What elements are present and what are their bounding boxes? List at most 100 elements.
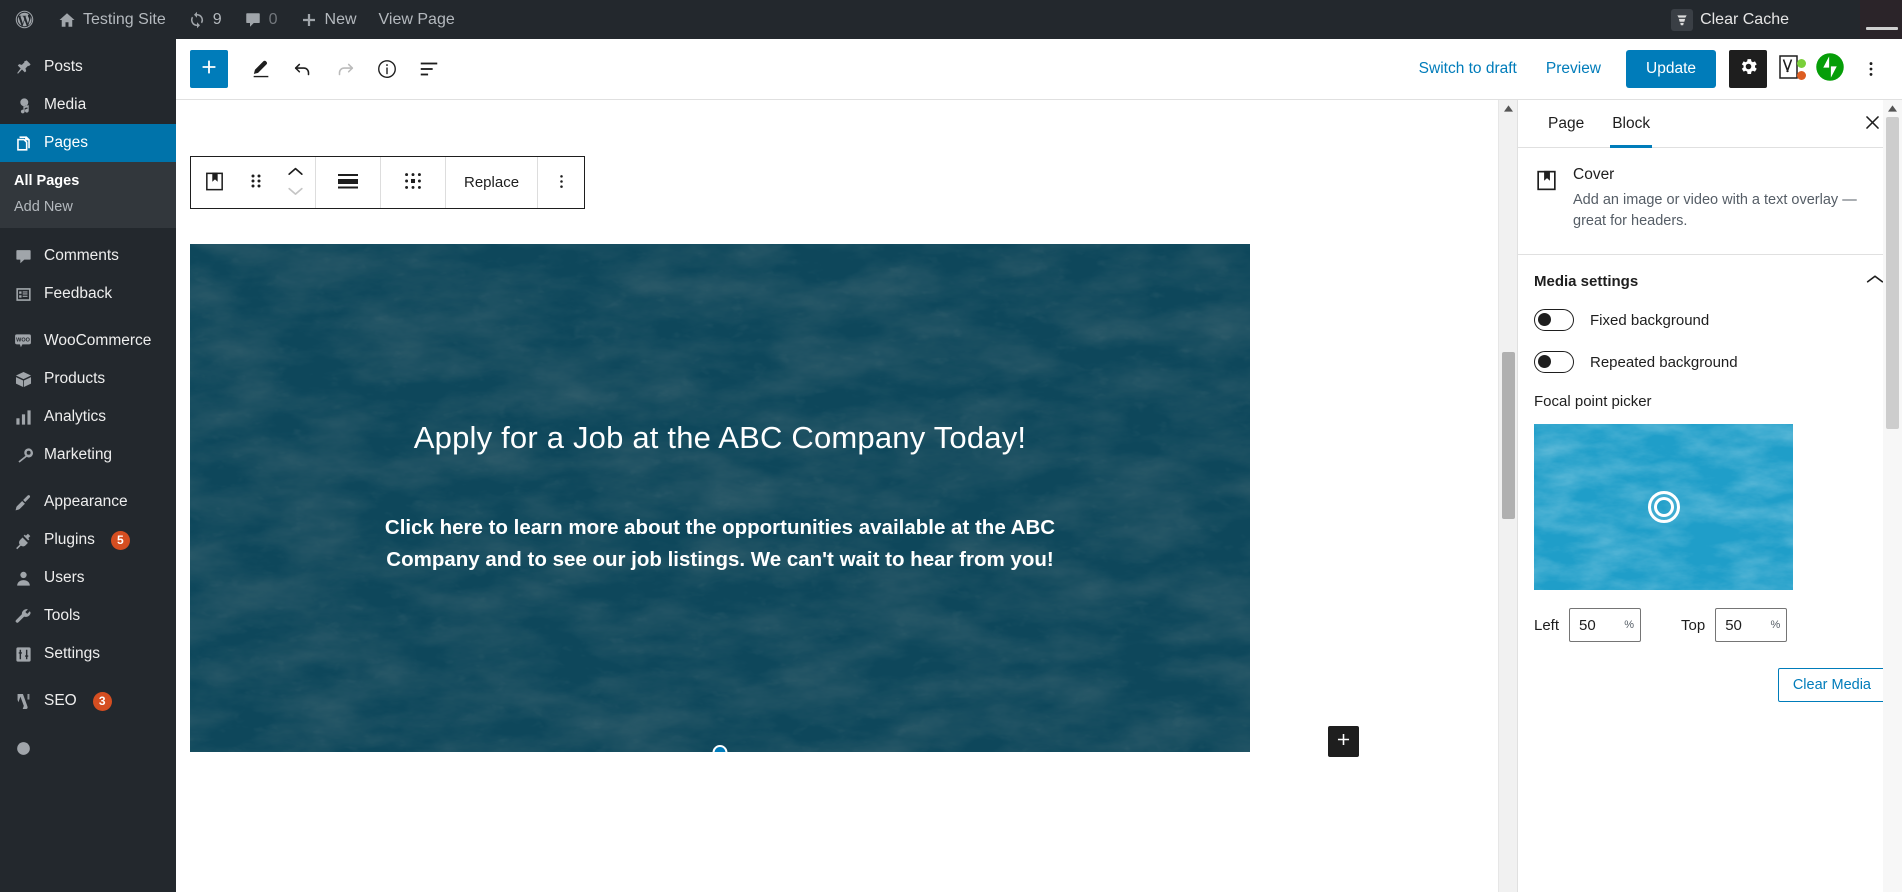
sidebar-item-label: Plugins xyxy=(44,531,95,548)
chevron-down-icon[interactable] xyxy=(286,184,305,202)
focal-point-target-icon[interactable] xyxy=(1647,491,1680,524)
sidebar-item-media[interactable]: Media xyxy=(0,86,176,124)
comment-bubble-icon xyxy=(244,11,262,29)
switch-to-draft-button[interactable]: Switch to draft xyxy=(1407,52,1529,86)
generic-menu-icon xyxy=(12,737,34,759)
wrench-icon xyxy=(12,605,34,627)
updates-button[interactable]: 9 xyxy=(177,0,233,39)
paintbrush-icon xyxy=(12,491,34,513)
sidebar-item-feedback[interactable]: Feedback xyxy=(0,275,176,313)
tab-block[interactable]: Block xyxy=(1598,100,1664,148)
megaphone-icon xyxy=(12,444,34,466)
settings-scrollbar-thumb[interactable] xyxy=(1886,117,1899,429)
comment-icon xyxy=(12,245,34,267)
sidebar-item-label: Feedback xyxy=(44,285,113,302)
sidebar-item-label: Analytics xyxy=(44,408,107,425)
canvas-scrollbar[interactable] xyxy=(1498,100,1517,892)
sidebar-subitem-label: Add New xyxy=(14,199,73,215)
sidebar-item-woocommerce[interactable]: WOO WooCommerce xyxy=(0,322,176,360)
replace-button[interactable]: Replace xyxy=(446,157,537,208)
clear-cache-button[interactable]: Clear Cache xyxy=(1660,0,1800,39)
cover-paragraph[interactable]: Click here to learn more about the oppor… xyxy=(340,512,1100,576)
fixed-background-toggle[interactable] xyxy=(1534,309,1574,332)
sidebar-item-label: Pages xyxy=(44,134,88,151)
tab-page[interactable]: Page xyxy=(1534,100,1598,148)
clear-media-button[interactable]: Clear Media xyxy=(1777,668,1886,703)
settings-toggle-button[interactable] xyxy=(1729,50,1767,88)
settings-tabs: Page Block xyxy=(1518,100,1902,148)
details-button[interactable] xyxy=(368,50,406,88)
preview-button[interactable]: Preview xyxy=(1534,52,1613,86)
align-button[interactable] xyxy=(316,157,380,208)
comments-button[interactable]: 0 xyxy=(233,0,289,39)
wordpress-logo-icon xyxy=(14,9,35,30)
sidebar-item-settings[interactable]: Settings xyxy=(0,635,176,673)
products-icon xyxy=(12,368,34,390)
block-toolbar-group-align xyxy=(316,157,381,208)
new-content-button[interactable]: New xyxy=(289,0,368,39)
list-view-button[interactable] xyxy=(410,50,448,88)
sidebar-item-analytics[interactable]: Analytics xyxy=(0,398,176,436)
sidebar-item-label: Marketing xyxy=(44,446,113,463)
settings-sidebar: Page Block Cover Add an image or video w… xyxy=(1517,100,1902,892)
yoast-status-dot-orange xyxy=(1797,71,1806,80)
sidebar-item-posts[interactable]: Posts xyxy=(0,48,176,86)
menu-spacer-3 xyxy=(0,474,176,483)
repeated-background-row: Repeated background xyxy=(1534,351,1886,374)
sidebar-item-comments[interactable]: Comments xyxy=(0,237,176,275)
block-type-button[interactable] xyxy=(191,157,237,208)
block-toolbar-group-options xyxy=(538,157,584,208)
canvas-scrollbar-up-arrow[interactable] xyxy=(1499,100,1518,117)
admin-bar-corner-widget[interactable] xyxy=(1860,0,1902,39)
block-card-description: Add an image or video with a text overla… xyxy=(1573,192,1857,230)
sidebar-item-seo[interactable]: SEO 3 xyxy=(0,682,176,720)
sidebar-item-users[interactable]: Users xyxy=(0,559,176,597)
media-settings-panel-header[interactable]: Media settings xyxy=(1518,255,1902,309)
sidebar-subitem-all-pages[interactable]: All Pages xyxy=(0,168,176,194)
three-dots-vertical-icon xyxy=(1861,59,1881,79)
sidebar-item-appearance[interactable]: Appearance xyxy=(0,483,176,521)
plugins-update-badge: 5 xyxy=(110,530,130,550)
comments-count: 0 xyxy=(268,10,278,28)
undo-button[interactable] xyxy=(284,50,322,88)
updates-count: 9 xyxy=(212,10,222,28)
drag-handle-button[interactable] xyxy=(237,157,275,208)
sidebar-item-partial[interactable] xyxy=(0,729,176,767)
wordpress-logo-button[interactable] xyxy=(0,0,47,39)
view-page-button[interactable]: View Page xyxy=(368,0,466,39)
repeated-background-toggle[interactable] xyxy=(1534,351,1574,374)
view-page-label: View Page xyxy=(378,10,455,28)
sidebar-item-tools[interactable]: Tools xyxy=(0,597,176,635)
more-options-button[interactable] xyxy=(1852,50,1890,88)
update-button[interactable]: Update xyxy=(1626,50,1716,88)
sidebar-item-marketing[interactable]: Marketing xyxy=(0,436,176,474)
block-card-title: Cover xyxy=(1573,166,1615,183)
yoast-seo-button[interactable] xyxy=(1772,52,1808,86)
cover-heading[interactable]: Apply for a Job at the ABC Company Today… xyxy=(414,420,1026,456)
sidebar-item-products[interactable]: Products xyxy=(0,360,176,398)
tools-edit-button[interactable] xyxy=(242,50,280,88)
canvas-scrollbar-thumb[interactable] xyxy=(1502,352,1515,519)
yoast-icon xyxy=(12,690,34,712)
menu-spacer-4 xyxy=(0,673,176,682)
focal-point-picker[interactable] xyxy=(1534,424,1793,591)
site-name-button[interactable]: Testing Site xyxy=(47,0,177,39)
settings-scrollbar-up-arrow[interactable] xyxy=(1883,100,1902,117)
cover-block-icon xyxy=(1534,168,1559,232)
settings-scrollbar[interactable] xyxy=(1883,100,1902,892)
media-settings-panel-body: Fixed background Repeated background Foc… xyxy=(1518,309,1902,718)
sidebar-subitem-add-new[interactable]: Add New xyxy=(0,194,176,220)
block-appender-button[interactable] xyxy=(1328,726,1359,757)
block-toolbar-group-replace: Replace xyxy=(446,157,539,208)
add-block-button[interactable] xyxy=(190,50,228,88)
sidebar-item-plugins[interactable]: Plugins 5 xyxy=(0,521,176,559)
redo-button[interactable] xyxy=(326,50,364,88)
jetpack-button[interactable] xyxy=(1813,52,1847,86)
sidebar-item-pages[interactable]: Pages xyxy=(0,124,176,162)
chevron-up-icon[interactable] xyxy=(286,164,305,182)
editor-canvas[interactable]: Replace Apply for a Job at the ABC Compa… xyxy=(176,100,1517,892)
block-options-button[interactable] xyxy=(538,157,584,208)
cover-block[interactable]: Apply for a Job at the ABC Company Today… xyxy=(190,244,1250,752)
admin-bar-extra-item[interactable] xyxy=(1800,14,1860,26)
content-position-button[interactable] xyxy=(381,157,445,208)
